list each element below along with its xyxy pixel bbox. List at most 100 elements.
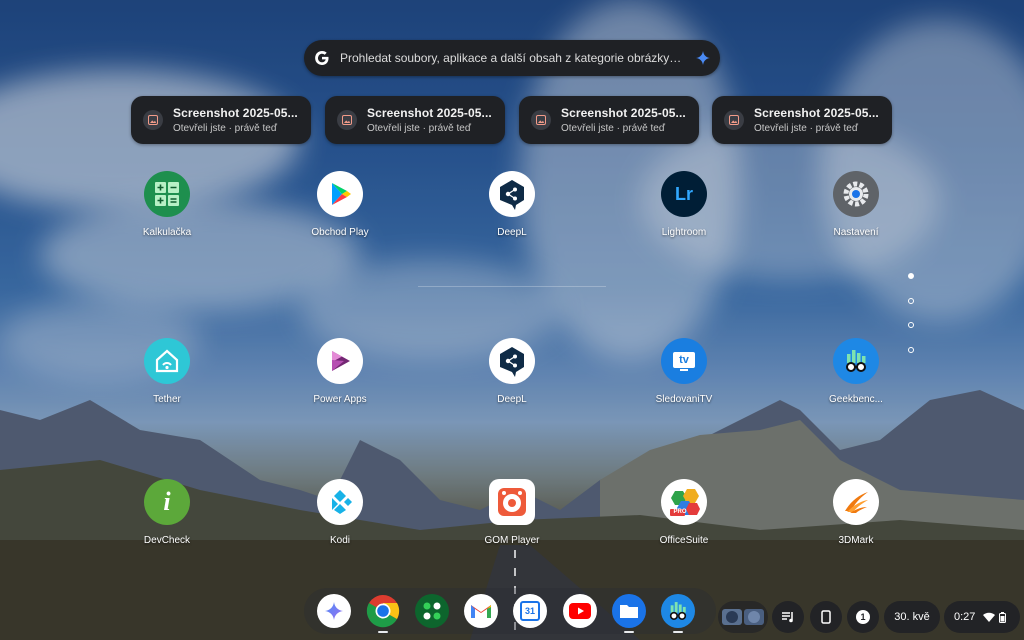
search-input[interactable] (340, 51, 686, 65)
app-label: DevCheck (143, 535, 191, 546)
kodi-icon (317, 479, 363, 525)
page-indicator-1[interactable] (906, 271, 916, 281)
google-g-icon (304, 50, 340, 66)
app-label: DeepL (497, 227, 527, 238)
app-tether[interactable]: Tether (107, 338, 227, 405)
youtube-icon (569, 603, 591, 619)
app-label: Tether (153, 394, 181, 405)
shelf-gemini[interactable] (317, 594, 351, 628)
app-geekbench[interactable]: Geekbenc... (796, 338, 916, 405)
app-kodi[interactable]: Kodi (280, 479, 400, 546)
shelf-geekbench[interactable] (661, 594, 695, 628)
app-deepl[interactable]: DeepL (452, 171, 572, 238)
shelf-play-games[interactable] (415, 594, 449, 628)
app-label: DeepL (497, 394, 527, 405)
playlist-music-icon (782, 612, 793, 623)
media-controls-button[interactable] (772, 601, 804, 633)
files-icon (620, 605, 638, 618)
gemini-spark-icon[interactable] (686, 51, 720, 65)
chrome-icon (366, 595, 400, 628)
recent-file-chip[interactable]: Screenshot 2025-05... Otevřeli jste · prá… (131, 96, 311, 144)
calendar-icon: 31 (520, 601, 540, 621)
launcher-search-box[interactable] (304, 40, 720, 76)
battery-icon (999, 611, 1007, 623)
recent-file-subtitle: Otevřeli jste · právě teď (754, 123, 858, 134)
play-store-icon (317, 171, 363, 217)
app-officesuite[interactable]: PRO OfficeSuite (624, 479, 744, 546)
app-label: Kalkulačka (142, 227, 192, 238)
notification-count-badge: 1 (856, 610, 870, 624)
deepl-icon (489, 171, 535, 217)
shelf-youtube[interactable] (563, 594, 597, 628)
running-indicator (673, 631, 683, 633)
3dmark-icon (833, 479, 879, 525)
page-divider (418, 286, 606, 287)
app-kalkulacka[interactable]: Kalkulačka (107, 171, 227, 238)
devcheck-icon: i (144, 479, 190, 525)
calendar-day-text: 31 (524, 606, 535, 616)
app-label: SledovaniTV (655, 394, 713, 405)
desk-preview[interactable] (718, 601, 768, 633)
app-nastaveni[interactable]: Nastavení (796, 171, 916, 238)
time-label: 0:27 (954, 611, 976, 623)
apps-grid-icon (423, 602, 441, 620)
phone-hub-button[interactable] (810, 601, 842, 633)
image-file-icon (143, 110, 163, 130)
sledovanitv-icon: tv (661, 338, 707, 384)
app-label: Kodi (329, 535, 350, 546)
settings-icon (833, 171, 879, 217)
shelf-calendar[interactable]: 31 (513, 594, 547, 628)
recent-file-subtitle: Otevřeli jste · právě teď (173, 123, 277, 134)
shelf-files[interactable] (612, 594, 646, 628)
recent-file-chip[interactable]: Screenshot 2025-05... Otevřeli jste · prá… (325, 96, 505, 144)
image-file-icon (337, 110, 357, 130)
app-label: Power Apps (313, 394, 367, 405)
app-devcheck[interactable]: i DevCheck (107, 479, 227, 546)
app-label: Lightroom (661, 227, 707, 238)
app-lightroom[interactable]: Lr Lightroom (624, 171, 744, 238)
app-deepl[interactable]: DeepL (452, 338, 572, 405)
app-power-apps[interactable]: Power Apps (280, 338, 400, 405)
app-sledovanitv[interactable]: tv SledovaniTV (624, 338, 744, 405)
shelf-chrome[interactable] (366, 594, 400, 628)
app-label: OfficeSuite (659, 535, 709, 546)
gmail-icon (471, 605, 491, 618)
recent-file-title: Screenshot 2025-05... (173, 106, 298, 120)
app-label: Obchod Play (311, 227, 369, 238)
phone-icon (821, 610, 831, 624)
app-obchod-play[interactable]: Obchod Play (280, 171, 400, 238)
recent-file-title: Screenshot 2025-05... (367, 106, 492, 120)
app-label: 3DMark (838, 535, 874, 546)
geekbench-icon (669, 602, 687, 620)
tether-icon (144, 338, 190, 384)
page-indicator-4[interactable] (906, 345, 916, 355)
app-3dmark[interactable]: 3DMark (796, 479, 916, 546)
image-file-icon (724, 110, 744, 130)
recent-file-subtitle: Otevřeli jste · právě teď (367, 123, 471, 134)
app-gom-player[interactable]: GOM Player (452, 479, 572, 546)
notification-counter[interactable]: 1 (847, 601, 879, 633)
shelf-gmail[interactable] (464, 594, 498, 628)
running-indicator (624, 631, 634, 633)
recent-file-subtitle: Otevřeli jste · právě teď (561, 123, 665, 134)
recent-file-chip[interactable]: Screenshot 2025-05... Otevřeli jste · prá… (712, 96, 892, 144)
app-label: GOM Player (484, 535, 540, 546)
gom-player-icon (489, 479, 535, 525)
geekbench-icon (833, 338, 879, 384)
recent-file-title: Screenshot 2025-05... (561, 106, 686, 120)
recent-file-title: Screenshot 2025-05... (754, 106, 879, 120)
image-file-icon (531, 110, 551, 130)
sledovanitv-logo-text: tv (679, 353, 689, 366)
power-apps-icon (317, 338, 363, 384)
page-indicator-3[interactable] (906, 320, 916, 330)
date-tray[interactable]: 30. kvě (884, 601, 940, 633)
status-area[interactable]: 0:27 (944, 601, 1020, 633)
page-indicator-2[interactable] (906, 296, 916, 306)
app-label: Geekbenc... (829, 394, 883, 405)
recent-file-chip[interactable]: Screenshot 2025-05... Otevřeli jste · prá… (519, 96, 699, 144)
lightroom-icon: Lr (661, 171, 707, 217)
deepl-icon (489, 338, 535, 384)
calculator-icon (144, 171, 190, 217)
wifi-icon (983, 612, 996, 622)
app-label: Nastavení (833, 227, 879, 238)
